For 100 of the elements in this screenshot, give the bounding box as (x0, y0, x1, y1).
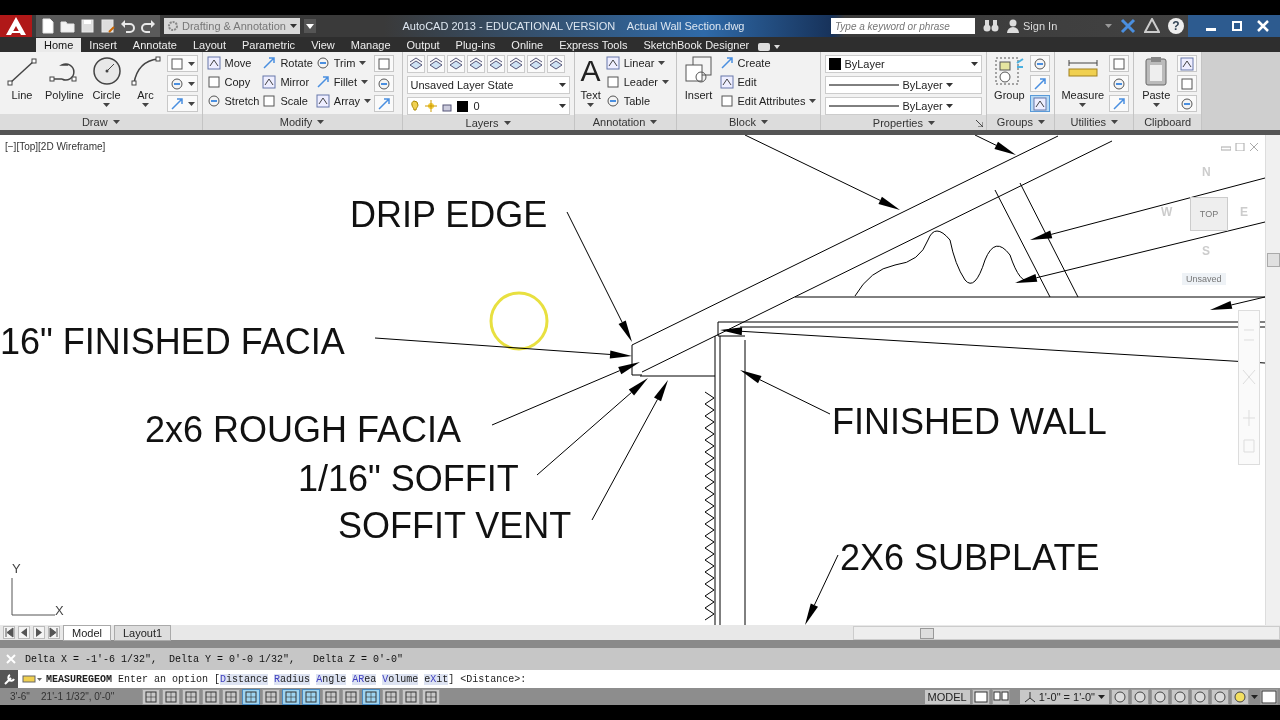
caret-icon[interactable] (103, 103, 111, 107)
dropdown-field[interactable]: Unsaved Layer State (406, 76, 570, 94)
caret-icon[interactable] (364, 99, 372, 103)
lock-icon[interactable] (1171, 688, 1189, 705)
tool-button[interactable] (166, 55, 198, 72)
caret-icon[interactable] (290, 24, 297, 28)
command-option[interactable]: Distance (220, 673, 269, 685)
binoculars-icon[interactable] (983, 19, 999, 33)
caret-icon[interactable] (971, 62, 979, 66)
ribbon-tab[interactable]: Output (398, 38, 448, 52)
ribbon-tool-button[interactable]: Arc (127, 55, 164, 107)
panel-title[interactable]: Draw (81, 116, 120, 128)
vertical-scrollbar[interactable] (1265, 135, 1280, 625)
ribbon-tab[interactable]: Online (503, 38, 552, 52)
launcher-icon[interactable] (976, 120, 984, 127)
dropdown-field[interactable]: ByLayer (825, 76, 983, 94)
ribbon-tab[interactable]: SketchBook Designer (635, 38, 758, 52)
clean-screen-icon[interactable] (1260, 688, 1278, 705)
sign-in-button[interactable]: Sign In (1007, 19, 1097, 33)
ribbon-tab[interactable]: Manage (342, 38, 399, 52)
layer-tool-icon[interactable] (446, 55, 465, 73)
bulb-icon[interactable] (1231, 688, 1249, 705)
drafting-toggle-icon[interactable] (162, 688, 180, 705)
caret-icon[interactable] (760, 120, 768, 124)
save-as-icon[interactable] (100, 18, 116, 34)
command-icon[interactable] (22, 674, 42, 684)
caret-icon[interactable] (587, 103, 595, 107)
ribbon-tool-button[interactable]: Leader (605, 74, 669, 90)
viewcube-top-face[interactable]: TOP (1190, 197, 1228, 231)
ribbon-tool-button[interactable]: Mirror (262, 74, 313, 90)
ribbon-tab[interactable]: Home (36, 38, 82, 52)
annotation-scale-dropdown[interactable]: 1'-0" = 1'-0" (1019, 689, 1109, 704)
caret-icon[interactable] (112, 120, 120, 124)
ribbon-tab[interactable]: Insert (81, 38, 125, 52)
wrench-icon[interactable] (0, 670, 18, 688)
drafting-toggle-icon[interactable] (222, 688, 240, 705)
gear-icon[interactable] (1151, 688, 1169, 705)
tool-button[interactable] (1030, 95, 1051, 112)
drafting-toggle-icon[interactable] (382, 688, 400, 705)
ribbon-tab[interactable]: Express Tools (551, 38, 636, 52)
layer-tool-icon[interactable] (426, 55, 445, 73)
caret-icon[interactable] (187, 61, 195, 66)
tool-button[interactable] (1030, 75, 1051, 92)
drafting-toggle-icon[interactable] (402, 688, 420, 705)
caret-icon[interactable] (187, 101, 195, 106)
new-file-icon[interactable] (40, 18, 56, 34)
viewports-icon[interactable] (991, 688, 1010, 705)
command-option[interactable]: Volume (382, 673, 419, 685)
panel-title[interactable]: Modify (279, 116, 325, 128)
layer-tool-icon[interactable] (406, 55, 425, 73)
command-option[interactable]: eXit (424, 673, 449, 685)
tool-button[interactable] (374, 75, 395, 92)
ribbon-tool-button[interactable]: Polyline (43, 55, 86, 101)
layer-tool-icon[interactable] (506, 55, 525, 73)
ribbon-tool-button[interactable]: Trim (315, 55, 372, 71)
drafting-toggle-icon[interactable] (262, 688, 280, 705)
caret-icon[interactable] (945, 83, 953, 87)
ucs-dropdown[interactable]: Unsaved (1182, 273, 1226, 285)
ribbon-tool-button[interactable]: Insert (680, 55, 717, 101)
tool-button[interactable] (1177, 95, 1198, 112)
caret-icon[interactable] (1079, 103, 1087, 107)
ribbon-tool-button[interactable]: Group (991, 55, 1028, 101)
drafting-toggle-icon[interactable] (362, 688, 380, 705)
caret-icon[interactable] (317, 120, 325, 124)
layer-tool-icon[interactable] (486, 55, 505, 73)
tool-button[interactable] (1109, 75, 1130, 92)
tool-button[interactable] (166, 75, 198, 92)
ribbon-tab[interactable]: Annotate (124, 38, 185, 52)
caret-icon[interactable] (142, 103, 150, 107)
caret-icon[interactable] (927, 120, 935, 125)
ribbon-tab[interactable]: Layout (184, 38, 234, 52)
model-space-button[interactable]: MODEL (924, 689, 970, 704)
caret-icon[interactable] (1152, 103, 1160, 107)
ribbon-tool-button[interactable]: Fillet (315, 74, 372, 90)
ribbon-tool-button[interactable]: Paste (1138, 55, 1175, 107)
drafting-toggle-icon[interactable] (302, 688, 320, 705)
drafting-toggle-icon[interactable] (322, 688, 340, 705)
drafting-toggle-icon[interactable] (142, 688, 160, 705)
ribbon-tool-button[interactable]: Linear (605, 55, 669, 71)
auto-scale-icon[interactable] (1131, 688, 1149, 705)
caret-icon[interactable] (658, 61, 666, 65)
caret-icon[interactable] (503, 120, 511, 125)
save-icon[interactable] (80, 18, 96, 34)
tool-button[interactable] (1177, 55, 1198, 72)
ribbon-tab[interactable]: Parametric (233, 38, 304, 52)
layout-icon[interactable] (971, 688, 990, 705)
layer-tool-icon[interactable] (526, 55, 545, 73)
tool-button[interactable] (1109, 95, 1130, 112)
ribbon-tool-button[interactable]: Table (605, 93, 669, 109)
search-field[interactable]: Type a keyword or phrase (831, 18, 975, 34)
layer-tool-icon[interactable] (466, 55, 485, 73)
caret-icon[interactable] (809, 99, 817, 103)
layer-tool-icon[interactable] (546, 55, 565, 73)
caret-icon[interactable] (359, 61, 367, 65)
ribbon-tool-button[interactable]: Circle (88, 55, 125, 107)
scroll-thumb[interactable] (1267, 253, 1280, 267)
caret-icon[interactable] (1098, 694, 1105, 699)
command-option[interactable]: Angle (316, 673, 347, 685)
caret-icon[interactable] (304, 19, 316, 33)
tool-button[interactable] (1030, 55, 1051, 72)
